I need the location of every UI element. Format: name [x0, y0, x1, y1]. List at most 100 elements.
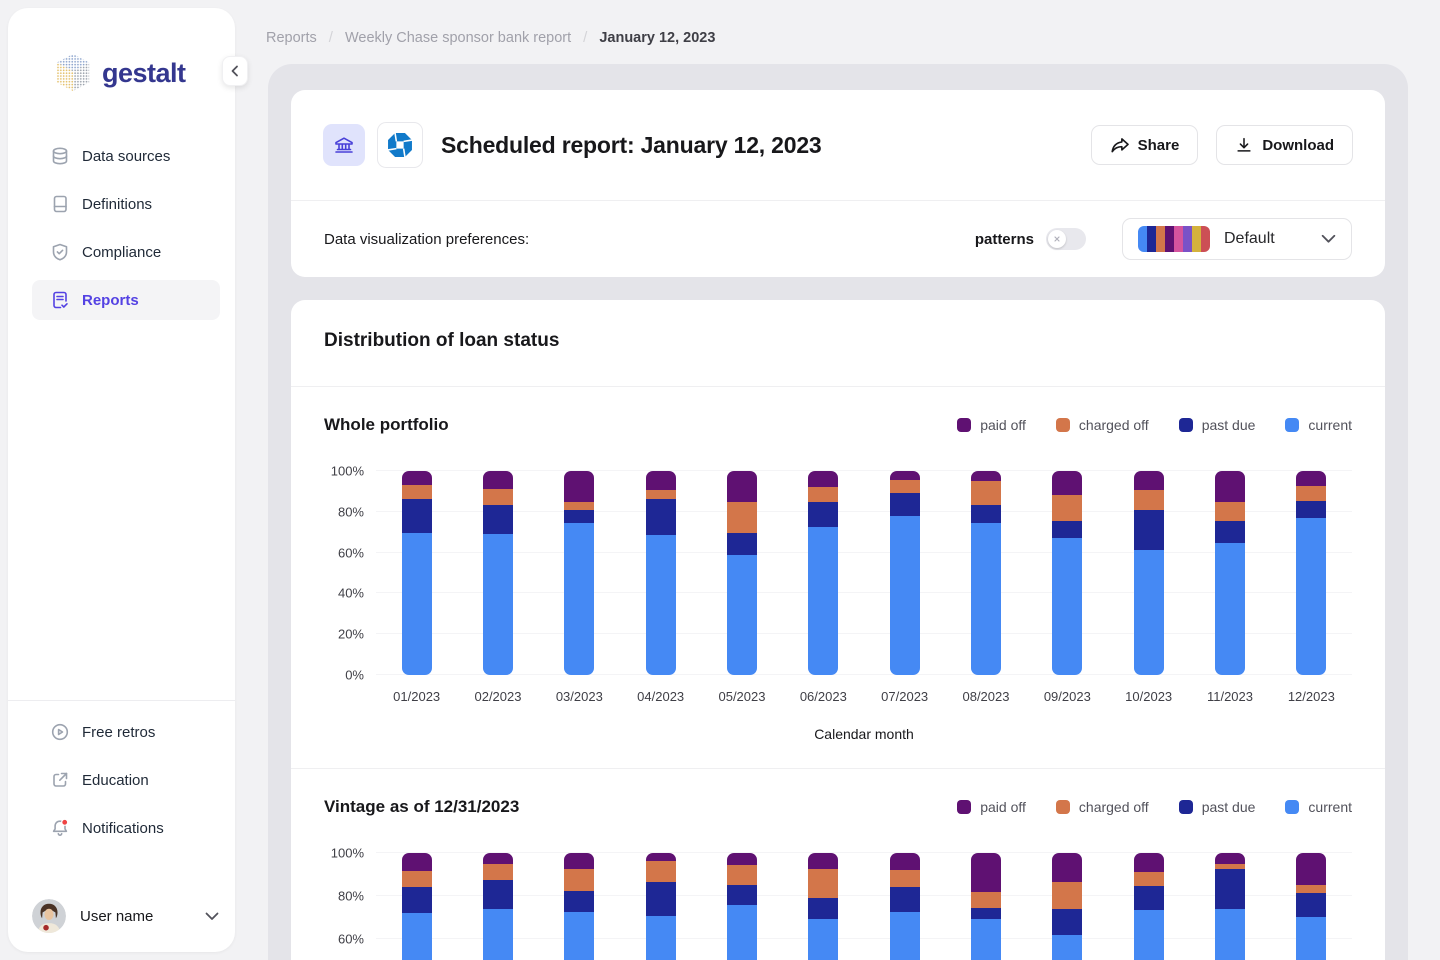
stacked-bar [564, 853, 594, 960]
bank-icon [333, 134, 355, 156]
bar-segment-past-due [1052, 909, 1082, 935]
section-header: Distribution of loan status [291, 300, 1385, 387]
gestalt-cube-icon [54, 52, 92, 94]
bar-segment-paid-off [808, 471, 838, 487]
x-tick-label: 10/2023 [1108, 689, 1189, 704]
y-tick-label: 60% [338, 932, 364, 947]
bar-segment-current [1296, 518, 1326, 675]
bar-segment-current [727, 905, 757, 960]
loan-status-card: Distribution of loan status Whole portfo… [291, 300, 1385, 960]
sidebar-item-compliance[interactable]: Compliance [32, 232, 220, 272]
vintage-chart-block: Vintage as of 12/31/2023 paid offcharged… [291, 769, 1385, 960]
user-menu[interactable]: User name [32, 892, 219, 940]
gridline [376, 511, 1352, 512]
legend-swatch [1056, 418, 1070, 432]
bar-segment-charged-off [483, 864, 513, 880]
gridline [376, 470, 1352, 471]
bar-segment-paid-off [1134, 853, 1164, 872]
breadcrumb-reports[interactable]: Reports [266, 30, 317, 46]
x-axis-ticks: 01/202302/202303/202304/202305/202306/20… [376, 689, 1352, 704]
gridline [376, 633, 1352, 634]
legend-item: paid off [957, 417, 1026, 433]
bar-segment-charged-off [564, 502, 594, 510]
bar-segment-charged-off [727, 865, 757, 885]
sidebar-item-education[interactable]: Education [32, 760, 220, 800]
share-button[interactable]: Share [1091, 125, 1199, 165]
chart-legend: paid offcharged offpast duecurrent [957, 799, 1352, 815]
bar-segment-past-due [646, 499, 676, 536]
legend-swatch [957, 800, 971, 814]
sidebar-item-reports[interactable]: Reports [32, 280, 220, 320]
sidebar-item-label: Compliance [82, 244, 161, 261]
bar-segment-paid-off [1296, 853, 1326, 885]
notification-badge-dot [62, 819, 68, 825]
x-tick-label: 05/2023 [701, 689, 782, 704]
whole-portfolio-chart-block: Whole portfolio paid offcharged offpast … [291, 387, 1385, 742]
bar-segment-current [1052, 935, 1082, 960]
legend-swatch [957, 418, 971, 432]
palette-dropdown[interactable]: Default [1122, 218, 1352, 260]
breadcrumb-report-name[interactable]: Weekly Chase sponsor bank report [345, 30, 571, 46]
download-button[interactable]: Download [1216, 125, 1353, 165]
stacked-bar [808, 853, 838, 960]
gridline [376, 895, 1352, 896]
visualization-preferences-row: Data visualization preferences: patterns… [291, 201, 1385, 277]
bar-segment-charged-off [1296, 486, 1326, 500]
y-tick-label: 100% [331, 464, 364, 479]
legend-swatch [1056, 800, 1070, 814]
toggle-off-x-icon [1053, 235, 1061, 243]
bar-segment-current [727, 555, 757, 675]
bar-segment-current [971, 919, 1001, 960]
bar-segment-past-due [402, 499, 432, 534]
bar-segment-current [1134, 910, 1164, 960]
avatar [32, 899, 66, 933]
legend-item: current [1285, 799, 1352, 815]
x-tick-label: 02/2023 [457, 689, 538, 704]
bar-segment-charged-off [1215, 502, 1245, 521]
legend-label: paid off [980, 417, 1026, 433]
sidebar-item-label: Notifications [82, 820, 164, 837]
bar-segment-paid-off [564, 853, 594, 869]
bar-segment-charged-off [1052, 882, 1082, 909]
bar-segment-paid-off [646, 471, 676, 490]
chase-logo-tile [377, 122, 423, 168]
bar-segment-current [483, 909, 513, 960]
breadcrumb-current: January 12, 2023 [599, 30, 715, 46]
bar-segment-past-due [1052, 521, 1082, 538]
chart-plot-area: 0%20%40%60%80%100% [376, 471, 1352, 675]
download-icon [1235, 136, 1253, 154]
chevron-down-icon [1321, 234, 1336, 244]
sidebar-item-free-retros[interactable]: Free retros [32, 712, 220, 752]
bar-segment-paid-off [1215, 853, 1245, 864]
bar-segment-paid-off [402, 471, 432, 485]
y-tick-label: 80% [338, 889, 364, 904]
shield-check-icon [50, 242, 70, 262]
sidebar-item-notifications[interactable]: Notifications [32, 808, 220, 848]
bar-segment-charged-off [646, 490, 676, 498]
chevron-left-icon [230, 65, 240, 77]
legend-item: past due [1179, 417, 1256, 433]
gridline [376, 592, 1352, 593]
bar-segment-paid-off [808, 853, 838, 869]
legend-item: past due [1179, 799, 1256, 815]
bar-segment-current [564, 912, 594, 960]
sidebar-item-definitions[interactable]: Definitions [32, 184, 220, 224]
bar-segment-current [808, 527, 838, 675]
legend-item: charged off [1056, 417, 1149, 433]
bar-segment-charged-off [483, 489, 513, 504]
patterns-label: patterns [975, 231, 1034, 248]
patterns-toggle[interactable] [1046, 228, 1086, 250]
bar-segment-paid-off [646, 853, 676, 861]
bar-segment-charged-off [1052, 495, 1082, 521]
y-tick-label: 80% [338, 504, 364, 519]
x-tick-label: 08/2023 [945, 689, 1026, 704]
bar-segment-charged-off [890, 870, 920, 887]
report-header-row: Scheduled report: January 12, 2023 Share [291, 90, 1385, 200]
book-icon [50, 194, 70, 214]
y-tick-label: 100% [331, 846, 364, 861]
bar-segment-past-due [808, 502, 838, 528]
x-tick-label: 03/2023 [539, 689, 620, 704]
sidebar-collapse-button[interactable] [222, 56, 248, 86]
sidebar-item-data-sources[interactable]: Data sources [32, 136, 220, 176]
bell-icon [50, 818, 70, 838]
